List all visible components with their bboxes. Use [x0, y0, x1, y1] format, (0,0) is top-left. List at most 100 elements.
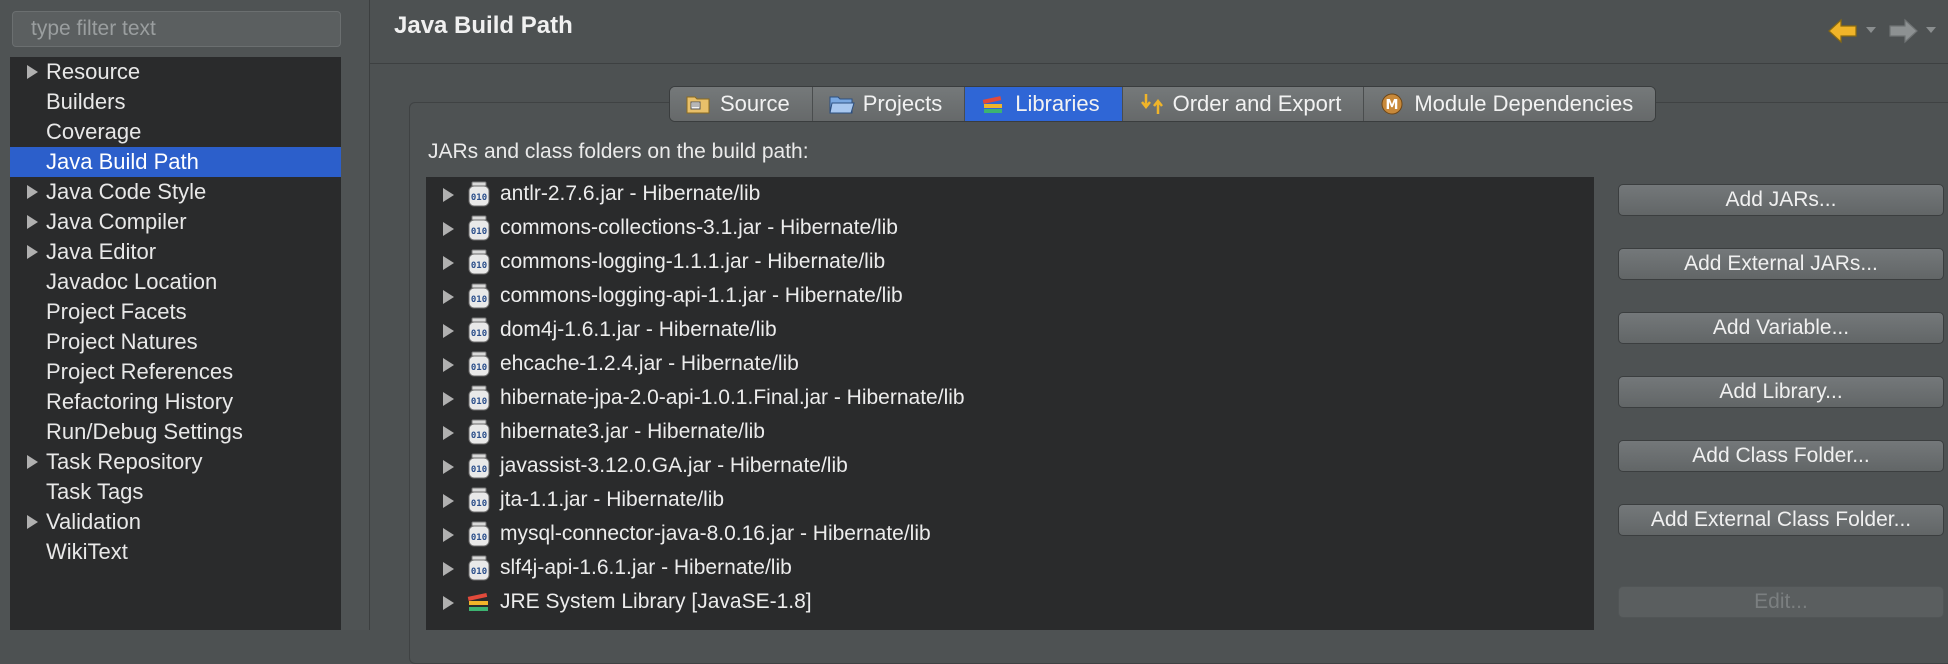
sidebar-item-java-build-path[interactable]: Java Build Path: [10, 147, 341, 177]
tab-module-dependencies[interactable]: M Module Dependencies: [1364, 87, 1656, 121]
expand-triangle-icon[interactable]: [443, 528, 454, 542]
expand-triangle-icon[interactable]: [443, 222, 454, 236]
sidebar-item-project-natures[interactable]: Project Natures: [10, 327, 341, 357]
list-item[interactable]: 010 ehcache-1.2.4.jar - Hibernate/lib: [426, 347, 1594, 381]
add-variable-button[interactable]: Add Variable...: [1618, 312, 1944, 344]
expand-triangle-icon[interactable]: [443, 426, 454, 440]
sidebar-item-label: WikiText: [46, 539, 128, 564]
sidebar-item-wikitext[interactable]: WikiText: [10, 537, 341, 567]
list-item-label: commons-logging-1.1.1.jar - Hibernate/li…: [500, 250, 886, 273]
preference-sidebar: Resource Builders Coverage Java Build Pa…: [0, 0, 370, 630]
sidebar-item-run-debug-settings[interactable]: Run/Debug Settings: [10, 417, 341, 447]
svg-text:010: 010: [471, 363, 487, 373]
jar-icon: 010: [468, 419, 490, 445]
title-divider: [370, 63, 1948, 64]
tab-order-and-export[interactable]: Order and Export: [1122, 87, 1365, 121]
tab-projects[interactable]: Projects: [812, 87, 966, 121]
sidebar-item-label: Task Tags: [46, 479, 144, 504]
list-item[interactable]: 010 mysql-connector-java-8.0.16.jar - Hib…: [426, 517, 1594, 551]
sidebar-item-project-facets[interactable]: Project Facets: [10, 297, 341, 327]
tab-label: Libraries: [1015, 91, 1100, 116]
list-item[interactable]: 010 jta-1.1.jar - Hibernate/lib: [426, 483, 1594, 517]
expand-triangle-icon[interactable]: [443, 290, 454, 304]
expand-triangle-icon[interactable]: [27, 185, 38, 199]
add-class-folder-button[interactable]: Add Class Folder...: [1618, 440, 1944, 472]
list-item-label: commons-collections-3.1.jar - Hibernate/…: [500, 216, 898, 239]
back-history-dropdown-icon[interactable]: [1866, 27, 1876, 33]
svg-text:010: 010: [471, 261, 487, 271]
filter-input[interactable]: [12, 11, 341, 47]
expand-triangle-icon[interactable]: [443, 358, 454, 372]
sidebar-item-builders[interactable]: Builders: [10, 87, 341, 117]
svg-text:M: M: [1386, 98, 1399, 113]
sidebar-item-label: Coverage: [46, 119, 142, 144]
list-item[interactable]: 010 commons-collections-3.1.jar - Hiberna…: [426, 211, 1594, 245]
expand-triangle-icon[interactable]: [443, 392, 454, 406]
sidebar-item-label: Project Facets: [46, 299, 187, 324]
expand-triangle-icon[interactable]: [27, 215, 38, 229]
tab-label: Order and Export: [1172, 91, 1342, 116]
jar-icon: 010: [468, 283, 490, 309]
jar-icon: 010: [468, 317, 490, 343]
edit-button[interactable]: Edit...: [1618, 586, 1944, 618]
list-item[interactable]: JRE System Library [JavaSE-1.8]: [426, 585, 1594, 619]
sidebar-item-javadoc-location[interactable]: Javadoc Location: [10, 267, 341, 297]
expand-triangle-icon[interactable]: [27, 65, 38, 79]
forward-arrow-icon[interactable]: [1886, 14, 1920, 48]
list-item-label: commons-logging-api-1.1.jar - Hibernate/…: [500, 284, 903, 307]
add-library-button[interactable]: Add Library...: [1618, 376, 1944, 408]
order-export-icon: [1140, 94, 1163, 114]
sidebar-item-label: Resource: [46, 59, 141, 84]
library-tree[interactable]: 010 antlr-2.7.6.jar - Hibernate/lib 010 co…: [426, 177, 1594, 630]
list-item[interactable]: 010 slf4j-api-1.6.1.jar - Hibernate/lib: [426, 551, 1594, 585]
sidebar-item-java-code-style[interactable]: Java Code Style: [10, 177, 341, 207]
sidebar-item-task-tags[interactable]: Task Tags: [10, 477, 341, 507]
add-external-class-folder-button[interactable]: Add External Class Folder...: [1618, 504, 1944, 536]
sidebar-item-task-repository[interactable]: Task Repository: [10, 447, 341, 477]
sidebar-item-resource[interactable]: Resource: [10, 57, 341, 87]
sidebar-item-refactoring-history[interactable]: Refactoring History: [10, 387, 341, 417]
expand-triangle-icon[interactable]: [443, 324, 454, 338]
list-item[interactable]: 010 commons-logging-api-1.1.jar - Hiberna…: [426, 279, 1594, 313]
sidebar-item-label: Javadoc Location: [46, 269, 218, 294]
expand-triangle-icon[interactable]: [27, 455, 38, 469]
list-item[interactable]: 010 dom4j-1.6.1.jar - Hibernate/lib: [426, 313, 1594, 347]
tab-libraries[interactable]: Libraries: [965, 87, 1123, 121]
expand-triangle-icon[interactable]: [27, 245, 38, 259]
expand-triangle-icon[interactable]: [443, 188, 454, 202]
sidebar-item-coverage[interactable]: Coverage: [10, 117, 341, 147]
sidebar-item-java-editor[interactable]: Java Editor: [10, 237, 341, 267]
list-item[interactable]: 010 javassist-3.12.0.GA.jar - Hibernate/l…: [426, 449, 1594, 483]
tab-source[interactable]: Source: [670, 87, 813, 121]
back-arrow-icon[interactable]: [1826, 14, 1860, 48]
sidebar-item-java-compiler[interactable]: Java Compiler: [10, 207, 341, 237]
tab-label: Projects: [862, 91, 943, 116]
list-item-label: antlr-2.7.6.jar - Hibernate/lib: [500, 182, 761, 205]
expand-triangle-icon[interactable]: [443, 494, 454, 508]
sidebar-item-label: Builders: [46, 89, 126, 114]
forward-history-dropdown-icon[interactable]: [1926, 27, 1936, 33]
sidebar-item-label: Java Editor: [46, 239, 157, 264]
sidebar-item-validation[interactable]: Validation: [10, 507, 341, 537]
expand-triangle-icon[interactable]: [443, 562, 454, 576]
list-item-label: hibernate3.jar - Hibernate/lib: [500, 420, 765, 443]
list-item-label: hibernate-jpa-2.0-api-1.0.1.Final.jar - …: [500, 386, 965, 409]
library-books-icon: [467, 592, 488, 611]
list-item[interactable]: 010 antlr-2.7.6.jar - Hibernate/lib: [426, 177, 1594, 211]
page-title: Java Build Path: [394, 12, 573, 39]
sidebar-item-label: Refactoring History: [46, 389, 234, 414]
list-item[interactable]: 010 hibernate3.jar - Hibernate/lib: [426, 415, 1594, 449]
expand-triangle-icon[interactable]: [27, 515, 38, 529]
expand-triangle-icon[interactable]: [443, 256, 454, 270]
add-jars-button[interactable]: Add JARs...: [1618, 184, 1944, 216]
expand-triangle-icon[interactable]: [443, 460, 454, 474]
svg-text:010: 010: [471, 397, 487, 407]
sidebar-item-label: Java Code Style: [46, 179, 207, 204]
list-item[interactable]: 010 commons-logging-1.1.1.jar - Hibernate…: [426, 245, 1594, 279]
sidebar-item-project-references[interactable]: Project References: [10, 357, 341, 387]
jar-icon: 010: [468, 453, 490, 479]
expand-triangle-icon[interactable]: [443, 596, 454, 610]
list-item[interactable]: 010 hibernate-jpa-2.0-api-1.0.1.Final.jar…: [426, 381, 1594, 415]
add-external-jars-button[interactable]: Add External JARs...: [1618, 248, 1944, 280]
svg-text:010: 010: [471, 431, 487, 441]
